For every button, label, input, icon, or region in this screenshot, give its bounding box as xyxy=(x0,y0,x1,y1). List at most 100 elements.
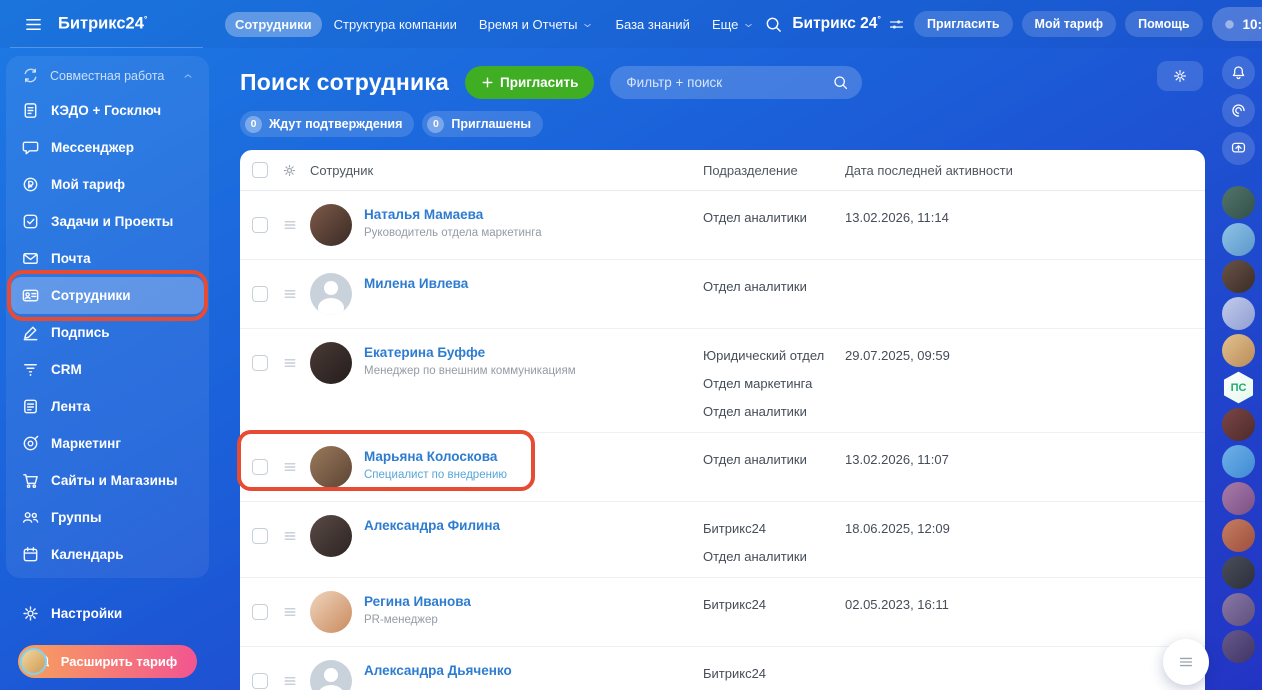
table-row[interactable]: Регина Иванова PR-менеджер Битрикс24 02.… xyxy=(240,578,1205,647)
employee-name-link[interactable]: Регина Иванова xyxy=(364,594,471,609)
row-checkbox[interactable] xyxy=(252,459,268,475)
employee-avatar[interactable] xyxy=(310,204,352,246)
row-checkbox[interactable] xyxy=(252,673,268,689)
topbar-nav-item[interactable]: Сотрудники xyxy=(225,11,322,37)
sidebar-item[interactable]: Задачи и Проекты xyxy=(11,203,204,240)
chat-avatar[interactable] xyxy=(1222,223,1255,256)
chat-avatar[interactable] xyxy=(1222,630,1255,663)
my-plan-button[interactable]: Мой тариф xyxy=(1021,11,1117,37)
sidebar-item[interactable]: Сайты и Магазины xyxy=(11,462,204,499)
sidebar-item-label: Маркетинг xyxy=(51,436,121,451)
chat-avatar[interactable] xyxy=(1222,186,1255,219)
topbar-nav-item[interactable]: База знаний xyxy=(605,12,700,37)
sidebar: Совместная работа КЭДО + Госключ Мессенд… xyxy=(0,48,215,690)
topbar-nav-item[interactable]: Структура компании xyxy=(324,12,467,37)
department-list: Отдел аналитики xyxy=(703,446,845,467)
table-row[interactable]: Марьяна Колоскова Специалист по внедрени… xyxy=(237,430,1205,502)
search-icon[interactable] xyxy=(764,15,783,34)
select-all-checkbox[interactable] xyxy=(252,162,268,178)
sidebar-item[interactable]: КЭДО + Госключ xyxy=(11,92,204,129)
worktime-widget[interactable]: 10:16 xyxy=(1211,7,1262,41)
chat-avatar[interactable] xyxy=(1222,482,1255,515)
sidebar-section-collaboration[interactable]: Совместная работа xyxy=(11,59,204,92)
row-checkbox[interactable] xyxy=(252,217,268,233)
chat-avatar[interactable] xyxy=(1222,260,1255,293)
sidebar-item[interactable]: Мессенджер xyxy=(11,129,204,166)
employee-avatar[interactable] xyxy=(310,660,352,690)
sidebar-item[interactable]: Сотрудники xyxy=(7,270,208,321)
sidebar-item[interactable]: Подпись xyxy=(11,314,204,351)
list-view-floating-button[interactable] xyxy=(1163,639,1209,685)
last-activity-date: 13.02.2026, 11:07 xyxy=(845,452,949,467)
gear-icon[interactable] xyxy=(282,163,297,178)
rail-button[interactable] xyxy=(1222,56,1255,89)
employee-avatar[interactable] xyxy=(310,446,352,488)
row-menu-icon[interactable] xyxy=(282,673,298,689)
table-row[interactable]: Александра Дьяченко Битрикс24 xyxy=(240,647,1205,690)
employee-avatar[interactable] xyxy=(310,273,352,315)
invite-topbar-button[interactable]: Пригласить xyxy=(914,11,1013,37)
row-menu-icon[interactable] xyxy=(282,355,298,371)
employees-icon xyxy=(21,286,40,305)
table-row[interactable]: Милена Ивлева Отдел аналитики xyxy=(240,260,1205,329)
topbar-nav-item[interactable]: Время и Отчеты xyxy=(469,12,604,37)
row-checkbox[interactable] xyxy=(252,355,268,371)
employee-cell: Екатерина Буффе Менеджер по внешним комм… xyxy=(310,342,703,384)
table-row[interactable]: Екатерина Буффе Менеджер по внешним комм… xyxy=(240,329,1205,433)
chat-avatar[interactable] xyxy=(1222,297,1255,330)
employee-name-link[interactable]: Александра Филина xyxy=(364,518,500,533)
rail-button[interactable] xyxy=(1222,94,1255,127)
chat-avatar[interactable] xyxy=(1222,334,1255,367)
sidebar-item-settings[interactable]: Настройки xyxy=(11,595,204,632)
profile-avatar-mini[interactable] xyxy=(20,648,47,675)
chevron-up-icon xyxy=(182,70,194,82)
employee-avatar[interactable] xyxy=(310,591,352,633)
row-checkbox[interactable] xyxy=(252,604,268,620)
sidebar-item[interactable]: Календарь xyxy=(11,536,204,573)
chat-avatar[interactable] xyxy=(1222,556,1255,589)
row-checkbox[interactable] xyxy=(252,528,268,544)
rail-button[interactable] xyxy=(1222,132,1255,165)
department-list: Битрикс24 Отдел аналитики xyxy=(703,515,845,564)
sidebar-item[interactable]: Мой тариф xyxy=(11,166,204,203)
chat-avatar[interactable] xyxy=(1222,519,1255,552)
search-icon[interactable] xyxy=(832,74,849,91)
filter-chip[interactable]: 0 Приглашены xyxy=(422,111,544,137)
sidebar-item[interactable]: Группы xyxy=(11,499,204,536)
chat-avatar[interactable] xyxy=(1222,445,1255,478)
sidebar-item[interactable]: Лента xyxy=(11,388,204,425)
row-menu-icon[interactable] xyxy=(282,217,298,233)
help-button[interactable]: Помощь xyxy=(1125,11,1203,37)
invite-employee-button[interactable]: Пригласить xyxy=(465,65,595,99)
employee-name-link[interactable]: Александра Дьяченко xyxy=(364,663,512,678)
department-list: Отдел аналитики xyxy=(703,204,845,225)
sidebar-item[interactable]: Маркетинг xyxy=(11,425,204,462)
filter-search-input[interactable] xyxy=(610,65,863,99)
employee-avatar[interactable] xyxy=(310,515,352,557)
row-checkbox[interactable] xyxy=(252,286,268,302)
row-menu-icon[interactable] xyxy=(282,604,298,620)
chat-avatar[interactable] xyxy=(1222,593,1255,626)
sidebar-item[interactable]: Почта xyxy=(11,240,204,277)
employee-position: Руководитель отдела маркетинга xyxy=(364,227,542,239)
row-menu-icon[interactable] xyxy=(282,459,298,475)
chat-avatar[interactable]: ПС xyxy=(1223,371,1254,404)
topbar-nav-item[interactable]: Еще xyxy=(702,12,764,37)
sliders-icon[interactable] xyxy=(888,16,905,33)
row-menu-icon[interactable] xyxy=(282,528,298,544)
table-row[interactable]: Александра Филина Битрикс24 Отдел аналити… xyxy=(240,502,1205,578)
sidebar-item-label: Группы xyxy=(51,510,102,525)
chat-avatar[interactable] xyxy=(1222,408,1255,441)
table-row[interactable]: Наталья Мамаева Руководитель отдела марк… xyxy=(240,191,1205,260)
employee-name-link[interactable]: Милена Ивлева xyxy=(364,276,468,291)
employee-name-link[interactable]: Екатерина Буффе xyxy=(364,345,576,360)
filter-chips: 0 Ждут подтверждения 0 Приглашены xyxy=(240,111,1215,137)
employee-avatar[interactable] xyxy=(310,342,352,384)
hamburger-menu-icon[interactable] xyxy=(24,15,43,34)
row-menu-icon[interactable] xyxy=(282,286,298,302)
employee-name-link[interactable]: Марьяна Колоскова xyxy=(364,449,507,464)
employee-name-link[interactable]: Наталья Мамаева xyxy=(364,207,542,222)
filter-chip[interactable]: 0 Ждут подтверждения xyxy=(240,111,415,137)
sidebar-item[interactable]: CRM xyxy=(11,351,204,388)
page-settings-button[interactable] xyxy=(1157,61,1203,91)
